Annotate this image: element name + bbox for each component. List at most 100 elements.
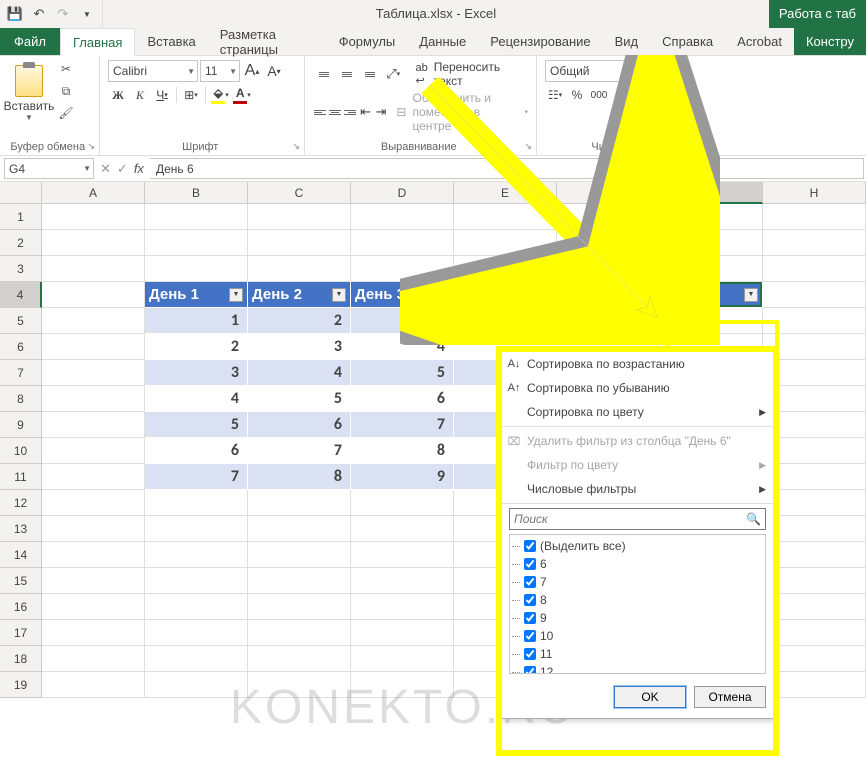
cell[interactable]: [248, 594, 351, 620]
save-icon[interactable]: 💾: [4, 3, 26, 25]
cell[interactable]: [763, 334, 866, 360]
cell[interactable]: [42, 386, 145, 412]
cell[interactable]: День 4▼: [454, 282, 557, 308]
cell[interactable]: 6: [351, 386, 454, 412]
filter-dropdown-icon[interactable]: ▼: [229, 288, 243, 302]
cell[interactable]: [557, 256, 660, 282]
row-header[interactable]: 11: [0, 464, 42, 490]
cell[interactable]: [763, 672, 866, 698]
cell[interactable]: [42, 620, 145, 646]
redo-icon[interactable]: ↷: [52, 3, 74, 25]
cell[interactable]: День 3▼: [351, 282, 454, 308]
sort-descending-item[interactable]: A↑Сортировка по убыванию: [501, 376, 774, 400]
cell[interactable]: [248, 672, 351, 698]
align-top-icon[interactable]: [313, 64, 334, 84]
cell[interactable]: [763, 464, 866, 490]
cell[interactable]: [42, 360, 145, 386]
cell[interactable]: [454, 308, 557, 334]
cancel-formula-icon[interactable]: ✕: [100, 161, 111, 177]
cell[interactable]: [660, 256, 763, 282]
cell[interactable]: [763, 438, 866, 464]
cell[interactable]: [42, 308, 145, 334]
cell[interactable]: [248, 256, 351, 282]
cell[interactable]: [145, 256, 248, 282]
layout-tab[interactable]: Разметка страницы: [208, 28, 327, 55]
cell[interactable]: [145, 620, 248, 646]
cell[interactable]: [454, 204, 557, 230]
cell[interactable]: [351, 568, 454, 594]
column-header[interactable]: C: [248, 182, 351, 204]
cell[interactable]: [763, 386, 866, 412]
cell[interactable]: [145, 568, 248, 594]
row-header[interactable]: 10: [0, 438, 42, 464]
copy-icon[interactable]: ⧉: [56, 82, 76, 100]
format-painter-icon[interactable]: 🖌: [56, 104, 76, 122]
number-launcher-icon[interactable]: ↘: [669, 141, 677, 152]
cell[interactable]: [763, 646, 866, 672]
cell[interactable]: [557, 230, 660, 256]
cell[interactable]: 6: [248, 412, 351, 438]
row-header[interactable]: 6: [0, 334, 42, 360]
underline-button[interactable]: Ч▾: [152, 85, 172, 105]
cell[interactable]: [145, 204, 248, 230]
align-left-icon[interactable]: [313, 102, 326, 122]
cell[interactable]: [763, 568, 866, 594]
cell[interactable]: 6: [145, 438, 248, 464]
home-tab[interactable]: Главная: [60, 28, 135, 56]
filter-value-checkbox[interactable]: 12: [512, 663, 763, 674]
filter-dropdown-icon[interactable]: ▼: [744, 288, 758, 302]
filter-dropdown-icon[interactable]: ▼: [332, 288, 346, 302]
filter-value-checkbox[interactable]: (Выделить все): [512, 537, 763, 555]
cell[interactable]: [763, 230, 866, 256]
cell[interactable]: 8: [351, 438, 454, 464]
cell[interactable]: [145, 230, 248, 256]
decrease-indent-icon[interactable]: ⇤: [359, 102, 372, 122]
cell[interactable]: День 5▼: [557, 282, 660, 308]
cell[interactable]: [145, 672, 248, 698]
undo-icon[interactable]: ↶: [28, 3, 50, 25]
cell[interactable]: [42, 490, 145, 516]
row-header[interactable]: 5: [0, 308, 42, 334]
row-header[interactable]: 7: [0, 360, 42, 386]
increase-indent-icon[interactable]: ⇥: [374, 102, 387, 122]
font-size-combo[interactable]: 11▼: [200, 60, 240, 82]
filter-value-checkbox[interactable]: 7: [512, 573, 763, 591]
percent-button[interactable]: %: [567, 85, 587, 105]
data-tab[interactable]: Данные: [407, 28, 478, 55]
cell[interactable]: [248, 568, 351, 594]
cell[interactable]: [763, 542, 866, 568]
cell[interactable]: [351, 646, 454, 672]
filter-value-checkbox[interactable]: 10: [512, 627, 763, 645]
paste-button[interactable]: Вставить ▼: [8, 65, 50, 122]
cell[interactable]: [42, 412, 145, 438]
cell[interactable]: [248, 490, 351, 516]
filter-value-checkbox[interactable]: 11: [512, 645, 763, 663]
align-right-icon[interactable]: [344, 102, 357, 122]
cell[interactable]: [351, 672, 454, 698]
cell[interactable]: [42, 256, 145, 282]
cell[interactable]: День 1▼: [145, 282, 248, 308]
cell[interactable]: [351, 542, 454, 568]
row-header[interactable]: 3: [0, 256, 42, 282]
cell[interactable]: [763, 490, 866, 516]
design-tab[interactable]: Констру: [794, 28, 866, 55]
row-header[interactable]: 17: [0, 620, 42, 646]
filter-dropdown-icon[interactable]: ▼: [435, 288, 449, 302]
font-color-button[interactable]: A▾: [232, 85, 252, 105]
row-header[interactable]: 18: [0, 646, 42, 672]
qat-dropdown-icon[interactable]: ▼: [76, 3, 98, 25]
filter-dropdown-icon[interactable]: ▼: [641, 288, 655, 302]
cell[interactable]: [248, 516, 351, 542]
filter-value-checkbox[interactable]: 6: [512, 555, 763, 573]
cell[interactable]: 9: [351, 464, 454, 490]
cell[interactable]: [42, 594, 145, 620]
decrease-font-icon[interactable]: A▾: [264, 61, 284, 81]
cell[interactable]: [42, 204, 145, 230]
cell[interactable]: [351, 204, 454, 230]
enter-formula-icon[interactable]: ✓: [117, 161, 128, 177]
cell[interactable]: [145, 594, 248, 620]
cell[interactable]: [248, 204, 351, 230]
filter-value-checkbox[interactable]: 8: [512, 591, 763, 609]
cell[interactable]: [351, 230, 454, 256]
cell[interactable]: [763, 620, 866, 646]
